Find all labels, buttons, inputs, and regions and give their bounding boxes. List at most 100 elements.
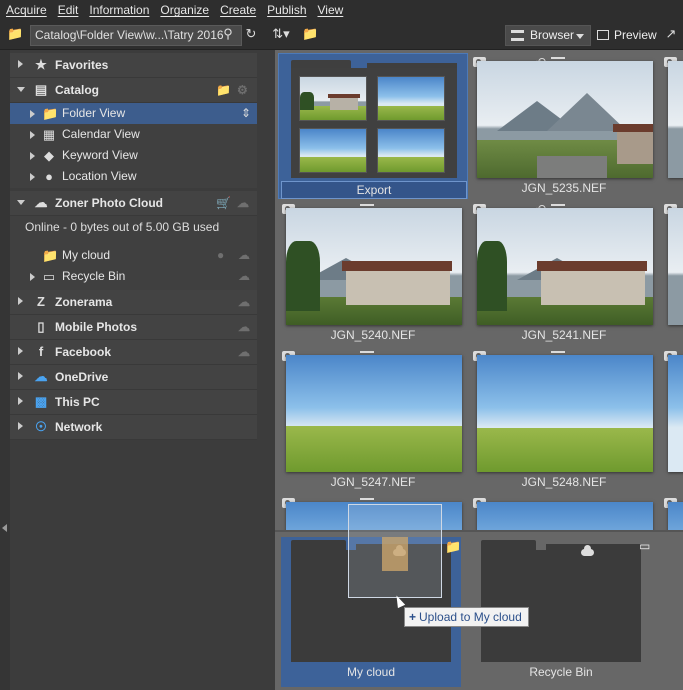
tree-item-folder-view[interactable]: 📁 Folder View ⇕ (10, 103, 257, 124)
photo-preview (668, 61, 683, 178)
tree-item-label: Recycle Bin (62, 269, 126, 283)
section-this-pc[interactable]: ▩ This PC (10, 390, 257, 415)
folder-label: Recycle Bin (529, 665, 593, 679)
browser-icon (511, 30, 524, 41)
refresh-icon[interactable]: ↻ (243, 26, 259, 42)
path-field[interactable]: Catalog\Folder View\w...\Tatry 2016 (30, 25, 242, 46)
section-catalog[interactable]: ▤ Catalog 📁 ⚙ (10, 78, 257, 103)
photo-preview (477, 208, 653, 325)
section-facebook[interactable]: f Facebook ☁ (10, 340, 257, 365)
thumbnail-partial[interactable] (660, 53, 683, 199)
menu-information[interactable]: Information (89, 3, 149, 17)
tree-item-calendar-view[interactable]: ▦ Calendar View (10, 124, 257, 145)
external-link-icon[interactable]: ↗ (663, 26, 679, 42)
thumbnail-jgn-5247[interactable]: JGN_5247.NEF (278, 347, 468, 493)
reorder-icon[interactable]: ⇕ (241, 103, 251, 124)
tag-icon: ◆ (44, 148, 54, 163)
thumbnail-export-folder[interactable]: Export (278, 53, 468, 199)
photo-preview (477, 502, 653, 530)
expand-arrow-icon[interactable] (18, 297, 23, 305)
browser-mode-button[interactable]: Browser (505, 25, 591, 46)
expand-arrow-icon[interactable] (18, 60, 23, 68)
menu-organize[interactable]: Organize (160, 3, 209, 17)
expand-arrow-icon[interactable] (18, 347, 23, 355)
sort-icon[interactable]: ⇅▾ (268, 26, 294, 42)
facebook-icon: f (38, 344, 44, 359)
menu-publish[interactable]: Publish (267, 3, 306, 17)
trash-icon: ▭ (639, 539, 651, 553)
expand-arrow-icon[interactable] (30, 110, 35, 118)
phone-icon: ▯ (37, 319, 45, 334)
expand-arrow-icon[interactable] (18, 372, 23, 380)
thumbnail-partial[interactable] (660, 347, 683, 493)
expand-arrow-icon[interactable] (30, 173, 35, 181)
tree-item-my-cloud[interactable]: 📁 My cloud ● ☁ (10, 245, 257, 266)
cloud-status-icon: ☁ (237, 196, 249, 210)
expand-arrow-icon[interactable] (18, 397, 23, 405)
folder-up-icon[interactable]: 📁 (7, 26, 23, 42)
cloud-icon: ☁ (34, 195, 48, 210)
thumbnail-label: JGN_5247.NEF (330, 475, 416, 489)
search-icon[interactable]: ⚲ (220, 26, 236, 42)
thumbnail-jgn-5240[interactable]: JGN_5240.NEF (278, 200, 468, 346)
menu-create[interactable]: Create (220, 3, 256, 17)
thumbnail-partial[interactable] (469, 494, 659, 530)
tree-item-keyword-view[interactable]: ◆ Keyword View (10, 145, 257, 166)
tree-item-label: Calendar View (62, 127, 140, 141)
chevron-down-icon (576, 34, 584, 39)
cloud-status-icon: ☁ (238, 248, 250, 262)
collapse-arrow-icon[interactable] (2, 524, 7, 532)
folder-icon: 📁 (42, 106, 59, 121)
panel-collapse-strip[interactable] (0, 50, 10, 690)
section-zonerama[interactable]: Z Zonerama ☁ (10, 290, 257, 315)
cloud-status-icon: ☁ (238, 269, 250, 283)
catalog-icon: ▤ (34, 82, 48, 97)
preview-mode-button[interactable]: Preview (596, 25, 657, 46)
expand-arrow-icon[interactable] (30, 152, 35, 160)
location-pin-icon: ● (45, 169, 53, 184)
section-label: Favorites (55, 58, 109, 72)
tree-item-recycle-bin[interactable]: ▭ Recycle Bin ☁ (10, 266, 257, 287)
zonerama-icon: Z (37, 294, 45, 309)
tree-item-label: Folder View (62, 106, 126, 120)
tree-item-location-view[interactable]: ● Location View (10, 166, 257, 188)
menu-acquire[interactable]: Acquire (6, 3, 47, 17)
thumbnail-jgn-5248[interactable]: JGN_5248.NEF (469, 347, 659, 493)
thumbnail-partial[interactable] (660, 200, 683, 346)
section-zoner-photo-cloud[interactable]: ☁ Zoner Photo Cloud 🛒 ☁ (10, 191, 257, 216)
menu-view[interactable]: View (318, 3, 344, 17)
computer-icon: ▩ (34, 394, 48, 409)
gear-icon[interactable]: ⚙ (237, 78, 248, 103)
section-mobile-photos[interactable]: ▯ Mobile Photos ☁ (10, 315, 257, 340)
thumbnail-label: Export (281, 181, 467, 199)
photo-preview (668, 208, 683, 325)
section-label: Zonerama (55, 295, 113, 309)
new-folder-icon[interactable]: 📁 (302, 26, 318, 42)
collapse-arrow-icon[interactable] (17, 200, 25, 205)
expand-arrow-icon[interactable] (18, 422, 23, 430)
cart-icon[interactable]: 🛒 (216, 191, 231, 216)
thumbnail-partial[interactable] (660, 494, 683, 530)
tree-item-label: My cloud (62, 248, 111, 262)
thumbnail-jgn-5235[interactable]: ↶ JGN_5235.NEF (469, 53, 659, 199)
section-network[interactable]: ☉ Network (10, 415, 257, 440)
cloud-icon (581, 545, 594, 556)
section-onedrive[interactable]: ☁ OneDrive (10, 365, 257, 390)
tree-item-label: Keyword View (62, 148, 138, 162)
preview-icon (597, 30, 609, 40)
network-icon: ☉ (35, 419, 47, 434)
expand-arrow-icon[interactable] (30, 273, 35, 281)
photo-preview (477, 355, 653, 472)
navigator-tree: ★ Favorites ▤ Catalog 📁 ⚙ 📁 Folder View … (10, 53, 257, 440)
section-favorites[interactable]: ★ Favorites (10, 53, 257, 78)
expand-arrow-icon[interactable] (30, 131, 35, 139)
mini-preview (299, 76, 367, 121)
thumbnail-label: JGN_5248.NEF (521, 475, 607, 489)
menu-edit[interactable]: Edit (58, 3, 79, 17)
thumbnail-jgn-5241[interactable]: ↶ JGN_5241.NEF (469, 200, 659, 346)
section-label: Zoner Photo Cloud (55, 196, 163, 210)
collapse-arrow-icon[interactable] (17, 87, 25, 92)
browser-label: Browser (530, 28, 575, 42)
add-folder-icon[interactable]: 📁 (216, 78, 231, 103)
onedrive-icon: ☁ (34, 369, 48, 384)
